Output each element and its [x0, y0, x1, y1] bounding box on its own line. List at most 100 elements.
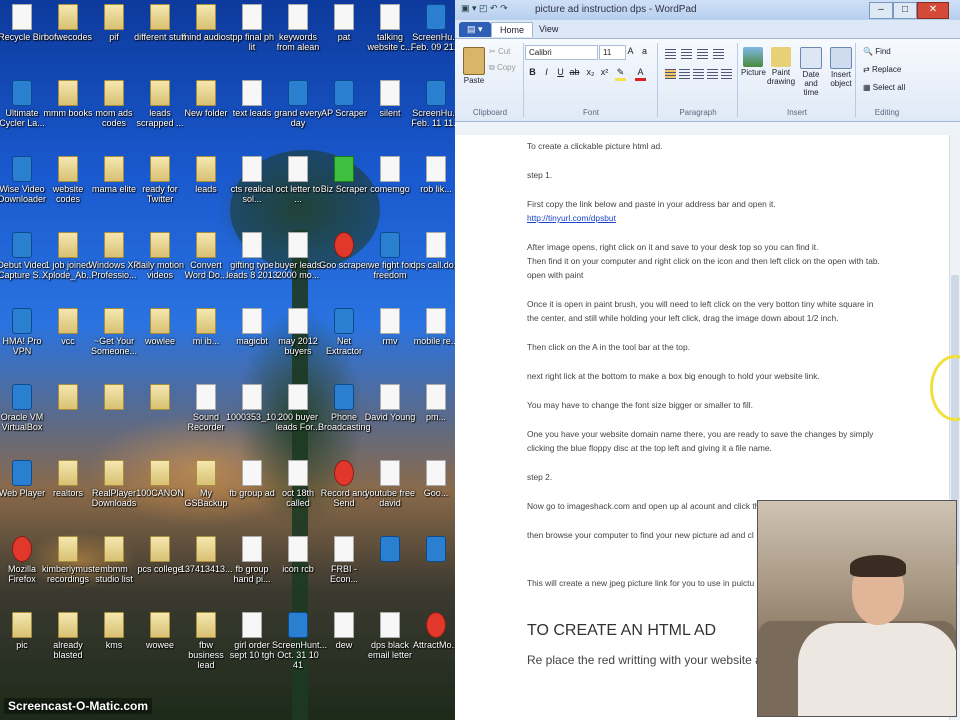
desktop-icon[interactable]: girl order sept 10 tgh: [226, 612, 278, 660]
desktop-icon[interactable]: New folder: [180, 80, 232, 118]
picture-button[interactable]: Picture: [741, 47, 766, 77]
underline-icon[interactable]: U: [555, 67, 566, 78]
desktop-icon[interactable]: pic: [0, 612, 48, 650]
desktop-icon[interactable]: mind audios: [180, 4, 232, 42]
strikethrough-icon[interactable]: ab: [569, 67, 580, 78]
highlight-icon[interactable]: ✎: [615, 67, 626, 81]
italic-icon[interactable]: I: [541, 67, 552, 78]
bullets-icon[interactable]: [697, 49, 708, 59]
desktop-icon[interactable]: mi ib...: [180, 308, 232, 346]
desktop-icon[interactable]: AP Scraper: [318, 80, 370, 118]
desktop-icon[interactable]: may 2012 buyers: [272, 308, 324, 356]
insert-object-button[interactable]: Insert object: [827, 47, 855, 88]
grow-font-icon[interactable]: A: [625, 46, 636, 57]
desktop-icon[interactable]: [364, 536, 416, 564]
align-center-icon[interactable]: [679, 69, 690, 79]
desktop-icon[interactable]: ~Get Your Someone...: [88, 308, 140, 356]
desktop-icon[interactable]: Web Player: [0, 460, 48, 498]
desktop-icon[interactable]: comemgo: [364, 156, 416, 194]
desktop-icon[interactable]: ScreenHunt... Oct. 31 10 41: [272, 612, 327, 670]
date-time-button[interactable]: Date and time: [797, 47, 825, 97]
desktop-icon[interactable]: different stuff: [134, 4, 186, 42]
desktop-icon[interactable]: rob lik...: [410, 156, 455, 194]
desktop-icon[interactable]: oct 18th called: [272, 460, 324, 508]
desktop-icon[interactable]: mama elite: [88, 156, 140, 194]
desktop-icon[interactable]: FRBI - Econ...: [318, 536, 370, 584]
desktop-icon[interactable]: silent: [364, 80, 416, 118]
desktop-icon[interactable]: ScreenHu... Feb. 09 21...: [410, 4, 455, 52]
desktop-icon[interactable]: already blasted: [42, 612, 94, 660]
desktop-icon[interactable]: grand every day: [272, 80, 324, 128]
align-left-icon[interactable]: [665, 69, 676, 79]
desktop-icon[interactable]: leads scrapped ...: [134, 80, 186, 128]
justify-icon[interactable]: [707, 69, 718, 79]
quick-access-icons[interactable]: ▣ ▾ ◰ ↶ ↷: [461, 3, 508, 14]
desktop-icon[interactable]: David Young: [364, 384, 416, 422]
paint-drawing-button[interactable]: Paint drawing: [767, 47, 795, 86]
desktop-icon[interactable]: pat: [318, 4, 370, 42]
desktop-icon[interactable]: fbw business lead: [180, 612, 232, 670]
tab-home[interactable]: Home: [491, 22, 534, 37]
select-all-button[interactable]: ▦ Select all: [863, 83, 905, 92]
desktop-icon[interactable]: vcc: [42, 308, 94, 346]
desktop-icon[interactable]: Oracle VM VirtualBox: [0, 384, 48, 432]
copy-button[interactable]: ⧉ Copy: [489, 63, 516, 73]
superscript-icon[interactable]: x²: [599, 67, 610, 78]
desktop-icon[interactable]: wowee: [134, 612, 186, 650]
desktop-icon[interactable]: [42, 384, 94, 412]
desktop-icon[interactable]: website codes: [42, 156, 94, 204]
desktop-icon[interactable]: Biz Scraper: [318, 156, 370, 194]
desktop-icon[interactable]: mbmm studio list: [88, 536, 140, 584]
desktop-icon[interactable]: fb group ad: [226, 460, 278, 498]
desktop-icon[interactable]: rmv: [364, 308, 416, 346]
desktop-icon[interactable]: Net Extractor: [318, 308, 370, 356]
line-spacing-icon[interactable]: [713, 49, 724, 59]
desktop-icon[interactable]: Wise Video Downloader: [0, 156, 48, 204]
desktop-icon[interactable]: Mozilla Firefox: [0, 536, 48, 584]
desktop-icon[interactable]: dps black email letter: [364, 612, 416, 660]
desktop-icon[interactable]: pif: [88, 4, 140, 42]
desktop-icon[interactable]: [88, 384, 140, 412]
desktop-icon[interactable]: youtube free david: [364, 460, 416, 508]
desktop-icon[interactable]: [410, 536, 455, 564]
tab-view[interactable]: View: [531, 22, 566, 36]
desktop-icon[interactable]: cts realical sol...: [226, 156, 278, 204]
desktop-icon[interactable]: pm...: [410, 384, 455, 422]
desktop-icon[interactable]: 200 buyer leads For...: [272, 384, 324, 432]
shrink-font-icon[interactable]: a: [639, 46, 650, 57]
desktop-icon[interactable]: Recycle Bin: [0, 4, 48, 42]
desktop-icon[interactable]: text leads: [226, 80, 278, 118]
desktop-icon[interactable]: kms: [88, 612, 140, 650]
replace-button[interactable]: ⇄ Replace: [863, 65, 901, 74]
desktop-icon[interactable]: 1 job joined Xplode_Ab...: [42, 232, 94, 280]
desktop-icon[interactable]: AttractMo...: [410, 612, 455, 650]
find-button[interactable]: 🔍 Find: [863, 47, 891, 56]
align-right-icon[interactable]: [693, 69, 704, 79]
desktop-icon[interactable]: oct letter to ...: [272, 156, 324, 204]
desktop-icon[interactable]: Debut Video Capture S...: [0, 232, 48, 280]
increase-indent-icon[interactable]: [681, 49, 692, 59]
subscript-icon[interactable]: x₂: [585, 67, 596, 78]
tab-file[interactable]: ▤ ▾: [459, 22, 491, 37]
desktop-icon[interactable]: ScreenHu... Feb. 11 11...: [410, 80, 455, 128]
desktop-icon[interactable]: realtors: [42, 460, 94, 498]
desktop-icon[interactable]: Convert Word Do...: [180, 232, 232, 280]
desktop-icon[interactable]: mobile re...: [410, 308, 455, 346]
desktop-icon[interactable]: 1000353_10...: [226, 384, 284, 422]
desktop-icon[interactable]: fb group hand pi...: [226, 536, 278, 584]
paragraph-dialog-icon[interactable]: [721, 69, 732, 79]
desktop-icon[interactable]: bofwecodes: [42, 4, 94, 42]
cut-button[interactable]: ✂ Cut: [489, 47, 510, 56]
desktop-icon[interactable]: [134, 384, 186, 412]
font-size-select[interactable]: 11: [599, 45, 626, 60]
desktop-icon[interactable]: RealPlayer Downloads: [88, 460, 140, 508]
desktop-icon[interactable]: dew: [318, 612, 370, 650]
desktop-icon[interactable]: magicbt: [226, 308, 278, 346]
paste-button[interactable]: Paste: [461, 47, 487, 85]
desktop-icon[interactable]: Sound Recorder: [180, 384, 232, 432]
desktop-icon[interactable]: ready for Twitter: [134, 156, 186, 204]
font-name-select[interactable]: Calibri: [525, 45, 598, 60]
decrease-indent-icon[interactable]: [665, 49, 676, 59]
font-color-icon[interactable]: A: [635, 67, 646, 81]
desktop-icon[interactable]: gifting type leads 8 2013: [226, 232, 278, 280]
